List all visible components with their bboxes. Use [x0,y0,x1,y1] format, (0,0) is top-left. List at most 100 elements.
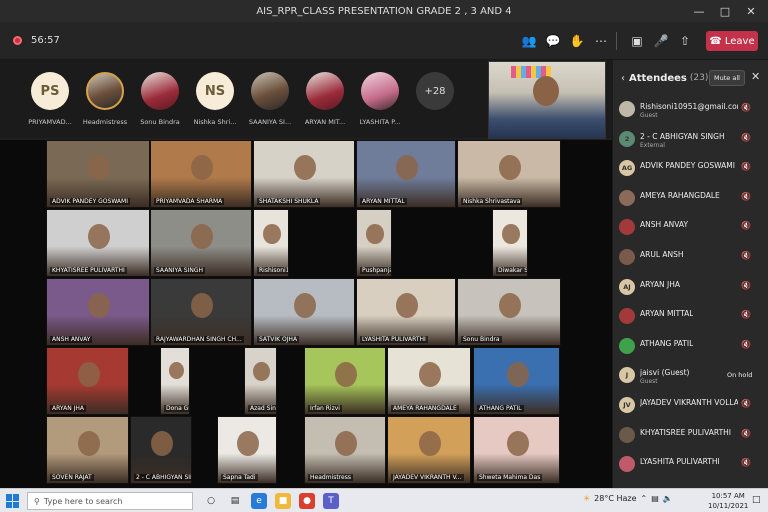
video-tile[interactable]: Shweta Mahima Das [473,416,560,484]
attendee-row[interactable]: ANSH ANVAY 🔇 [613,214,768,244]
video-tile[interactable]: SOVEN RAJAT [46,416,129,484]
teams-icon[interactable]: T [323,493,339,509]
mic-muted-icon[interactable]: 🔇 [741,103,751,112]
video-tile[interactable]: Sonu Bindra [457,278,561,346]
participant-name-label: SOVEN RAJAT [50,474,94,481]
microphone-icon[interactable]: 🎤 [652,32,670,50]
attendee-row[interactable]: ARUL ANSH 🔇 [613,244,768,274]
attendee-row[interactable]: Rishisoni10951@gmail.com (...Guest 🔇 [613,96,768,126]
weather-icon[interactable]: ☀ [583,494,590,503]
participant-name-label: Shweta Mahima Das [477,474,543,481]
mic-muted-icon[interactable]: 🔇 [741,251,751,260]
share-screen-icon[interactable]: ⇧ [676,32,694,50]
leave-button[interactable]: ☎ Leave [706,31,758,51]
video-tile[interactable]: Diwakar Sarkar [492,209,528,277]
attendee-row[interactable]: KHYATISREE PULIVARTHI 🔇 [613,422,768,452]
attendee-row[interactable]: AG ADVIK PANDEY GOSWAMI 🔇 [613,155,768,185]
strip-avatar[interactable]: Headmistress [75,72,135,126]
participant-name-label: Sapna Tadi [221,474,258,481]
video-tile[interactable]: Dona Guha [160,347,190,415]
video-tile[interactable]: Irfan Rizvi [304,347,386,415]
mic-muted-icon[interactable]: 🔇 [741,340,751,349]
mic-muted-icon[interactable]: 🔇 [741,162,751,171]
attendee-name: ATHANG PATIL [640,338,694,348]
network-icon[interactable]: ▤ [651,494,659,503]
weather-text[interactable]: 28°C Haze [594,494,636,503]
chrome-icon[interactable]: ● [299,493,315,509]
task-view-icon[interactable]: ▤ [227,493,243,509]
mic-muted-icon[interactable]: 🔇 [741,458,751,467]
volume-icon[interactable]: 🔈 [663,494,673,503]
file-explorer-icon[interactable]: ■ [275,493,291,509]
attendee-row[interactable]: Jjaisvi (Guest) Guest On hold [613,362,768,392]
video-tile[interactable]: AMEYA RAHANGDALE [387,347,471,415]
participant-name-label: LYASHITA PULIVARTHI [360,336,428,343]
mute-all-button[interactable]: Mute all [709,70,745,86]
mic-muted-icon[interactable]: 🔇 [741,429,751,438]
chat-icon[interactable]: 💬 [544,32,562,50]
strip-avatar[interactable]: LYASHITA P... [350,72,410,126]
back-chevron-icon[interactable]: ‹ [621,73,625,84]
cortana-icon[interactable]: ○ [203,493,219,509]
video-tile[interactable]: Headmistress [304,416,386,484]
windows-start-icon[interactable] [6,494,20,508]
edge-icon[interactable]: e [251,493,267,509]
attendee-row[interactable]: AMEYA RAHANGDALE 🔇 [613,185,768,215]
video-tile[interactable]: ANSH ANVAY [46,278,150,346]
strip-avatar[interactable]: SAANIYA SI... [240,72,300,126]
video-tile[interactable]: PRIYAMVADA SHARMA [150,140,252,208]
strip-avatar[interactable]: Sonu Bindra [130,72,190,126]
video-tile[interactable]: ADVIK PANDEY GOSWAMI [46,140,150,208]
participants-icon[interactable]: 👥 [520,32,538,50]
video-tile[interactable]: 2 - C ABHIGYAN SINGH [130,416,192,484]
close-window-icon[interactable]: ✕ [738,0,764,22]
participant-name-label: PRIYAMVADA SHARMA [154,198,225,205]
mic-muted-icon[interactable]: 🔇 [741,221,751,230]
mic-muted-icon[interactable]: 🔇 [741,281,751,290]
video-tile[interactable]: RAJYAWARDHAN SINGH CH... [150,278,252,346]
hang-up-icon: ☎ [709,35,722,47]
close-icon[interactable]: ✕ [751,70,760,83]
strip-avatar[interactable]: NS Nishka Shri... [185,72,245,126]
raise-hand-icon[interactable]: ✋ [568,32,586,50]
video-tile[interactable]: SATVIK OJHA [253,278,355,346]
mic-muted-icon[interactable]: 🔇 [741,310,751,319]
maximize-icon[interactable]: □ [712,0,738,22]
attendee-row[interactable]: AJ ARYAN JHA 🔇 [613,274,768,304]
notification-icon[interactable]: □ [752,495,761,505]
mic-muted-icon[interactable]: 🔇 [741,133,751,142]
mic-muted-icon[interactable]: 🔇 [741,399,751,408]
video-tile[interactable]: SAANIYA SINGH [150,209,252,277]
participant-face [396,292,418,318]
participant-name-label: Nishka Shrivastava [461,198,523,205]
attendee-row[interactable]: 2 2 - C ABHIGYAN SINGH External 🔇 [613,126,768,156]
leave-label: Leave [724,35,755,47]
taskbar-search[interactable]: ⚲ Type here to search [27,492,193,510]
chevron-up-icon[interactable]: ⌃ [641,494,648,503]
video-tile[interactable]: Azad Singh [244,347,277,415]
video-tile[interactable]: LYASHITA PULIVARTHI [356,278,456,346]
attendee-row[interactable]: ARYAN MITTAL 🔇 [613,303,768,333]
video-tile[interactable]: KHYATISREE PULIVARTHI [46,209,150,277]
more-participants[interactable]: +28 [405,72,465,110]
video-tile[interactable]: Sapna Tadi [217,416,277,484]
taskbar-clock[interactable]: 10:57 AM 10/11/2021 [708,491,748,511]
video-tile[interactable]: Pushpanjali Chhatter [356,209,392,277]
video-tile[interactable]: Rishisoni10951@gmail.com [253,209,289,277]
mic-muted-icon[interactable]: 🔇 [741,192,751,201]
strip-avatar[interactable]: ARYAN MIT... [295,72,355,126]
strip-avatar[interactable]: PS PRIYAMVAD... [20,72,80,126]
video-tile[interactable]: SHATAKSHI SHUKLA [253,140,355,208]
video-tile[interactable]: ATHANG PATIL [473,347,560,415]
video-tile[interactable]: JAYADEV VIKRANTH V... [387,416,471,484]
minimize-icon[interactable]: — [686,0,712,22]
attendee-row[interactable]: JV JAYADEV VIKRANTH VOLLALA 🔇 [613,392,768,422]
participant-face [506,430,529,456]
more-actions-icon[interactable]: ⋯ [592,32,610,50]
video-tile[interactable]: Nishka Shrivastava [457,140,561,208]
camera-icon[interactable]: ▣ [628,32,646,50]
attendee-row[interactable]: ATHANG PATIL 🔇 [613,333,768,363]
attendee-row[interactable]: LYASHITA PULIVARTHI 🔇 [613,451,768,481]
video-tile[interactable]: ARYAN MITTAL [356,140,456,208]
video-tile[interactable]: ARYAN JHA [46,347,129,415]
